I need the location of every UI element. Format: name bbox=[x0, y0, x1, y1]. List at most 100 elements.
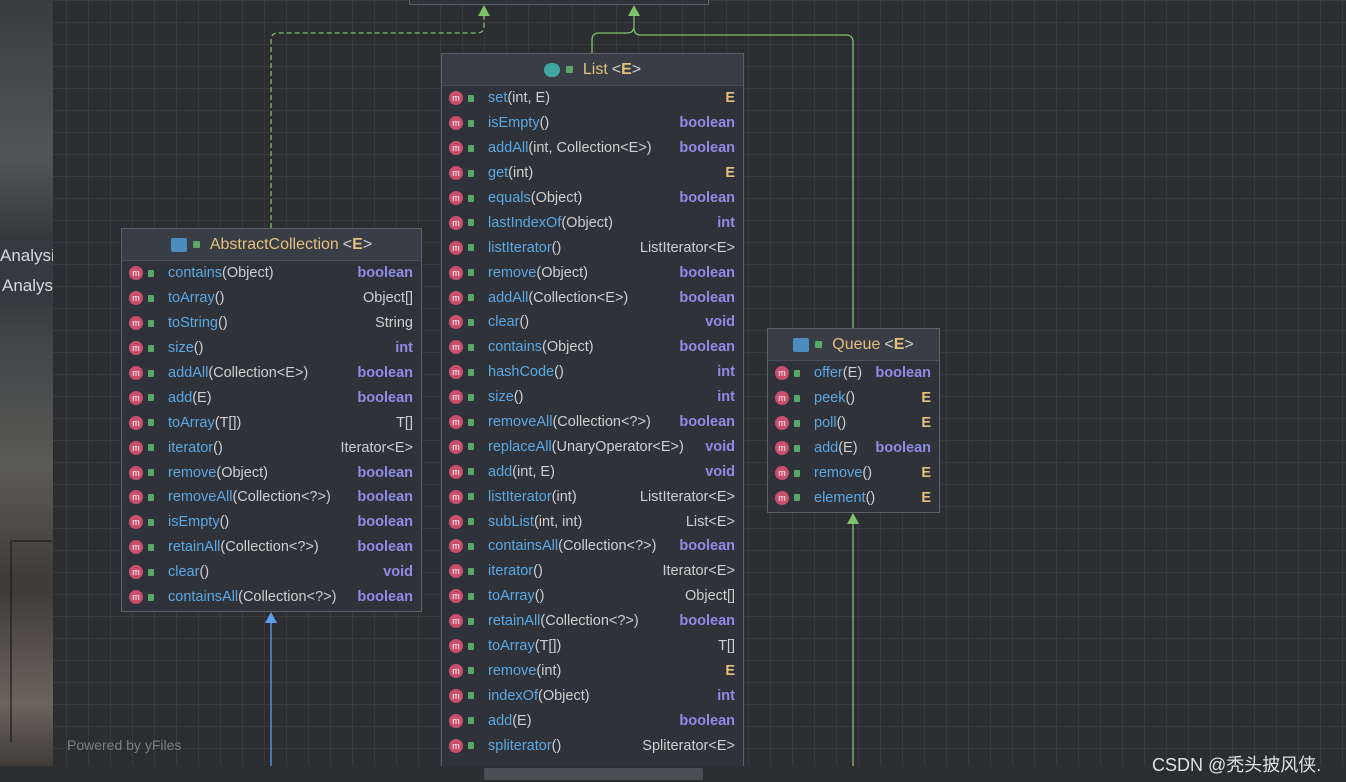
method-icon: m bbox=[449, 191, 463, 205]
method-icon: m bbox=[775, 366, 789, 381]
method-row[interactable]: m size() int bbox=[442, 385, 743, 410]
method-icon: m bbox=[129, 366, 143, 380]
method-row[interactable]: m toString() String bbox=[122, 311, 421, 336]
method-name: clear bbox=[168, 564, 200, 581]
return-type: boolean bbox=[679, 414, 735, 431]
method-row[interactable]: m containsAll (Collection<?>) boolean bbox=[442, 534, 743, 559]
method-list: m contains (Object) boolean m toArray() Object… bbox=[122, 261, 421, 609]
method-row[interactable]: m equals (Object) boolean bbox=[442, 186, 743, 211]
method-row[interactable]: m iterator() Iterator<E> bbox=[122, 435, 421, 460]
method-icon: m bbox=[449, 489, 463, 504]
method-row[interactable]: m size() int bbox=[122, 336, 421, 361]
method-row[interactable]: m isEmpty() boolean bbox=[442, 111, 743, 136]
method-row[interactable]: m isEmpty() boolean bbox=[122, 510, 421, 535]
lock-icon bbox=[148, 269, 154, 277]
method-row[interactable]: m retainAll (Collection<?>) boolean bbox=[442, 609, 743, 634]
method-params: (T[]) bbox=[534, 638, 562, 655]
return-type: boolean bbox=[679, 712, 735, 729]
method-row[interactable]: m add (E) boolean bbox=[768, 436, 939, 461]
method-row[interactable]: m toArray (T[]) T[] bbox=[442, 634, 743, 659]
method-row[interactable]: m addAll (Collection<E>) boolean bbox=[442, 285, 743, 310]
return-type: ListIterator<E> bbox=[639, 488, 735, 505]
method-name: remove bbox=[488, 662, 537, 679]
method-row[interactable]: m element() E bbox=[768, 485, 939, 510]
method-row[interactable]: m remove (int) E bbox=[442, 658, 743, 683]
method-row[interactable]: m spliterator() Spliterator<E> bbox=[442, 733, 743, 758]
method-row[interactable]: m peek() E bbox=[768, 386, 939, 411]
return-type: int bbox=[717, 389, 735, 406]
method-icon: m bbox=[129, 415, 143, 430]
method-icon: m bbox=[449, 464, 463, 479]
scrollbar-thumb[interactable] bbox=[484, 768, 703, 780]
method-row[interactable]: m clear() void bbox=[122, 560, 421, 585]
method-params: () bbox=[533, 563, 543, 580]
method-row[interactable]: m addAll (int, Collection<E>) boolean bbox=[442, 136, 743, 161]
list-node[interactable]: List <E> m set (int, E) Em isEmpty() boolean m… bbox=[441, 53, 744, 782]
method-icon: m bbox=[449, 415, 463, 430]
lock-icon bbox=[468, 518, 474, 526]
method-row[interactable]: m indexOf (Object) int bbox=[442, 683, 743, 708]
method-row[interactable]: m contains (Object) boolean bbox=[122, 261, 421, 286]
method-row[interactable]: m iterator() Iterator<E> bbox=[442, 559, 743, 584]
method-row[interactable]: m offer (E) boolean bbox=[768, 361, 939, 386]
return-type: boolean bbox=[679, 613, 735, 630]
method-row[interactable]: m add (E) boolean bbox=[122, 385, 421, 410]
lock-icon bbox=[794, 469, 800, 477]
return-type: boolean bbox=[679, 115, 735, 132]
method-icon: m bbox=[449, 365, 463, 380]
method-row[interactable]: m remove (Object) boolean bbox=[122, 460, 421, 485]
method-params: (Object) bbox=[536, 264, 588, 281]
node-header[interactable]: AbstractCollection <E> bbox=[122, 229, 421, 261]
method-row[interactable]: m replaceAll (UnaryOperator<E>) void bbox=[442, 434, 743, 459]
method-params: (Object) bbox=[561, 214, 613, 231]
node-header[interactable]: List <E> bbox=[442, 54, 743, 86]
method-row[interactable]: m get (int) E bbox=[442, 161, 743, 186]
method-icon: m bbox=[449, 639, 463, 654]
method-name: size bbox=[168, 340, 194, 357]
method-row[interactable]: m subList (int, int) List<E> bbox=[442, 509, 743, 534]
method-icon: m bbox=[449, 514, 463, 529]
lock-icon bbox=[148, 319, 154, 327]
method-icon: m bbox=[129, 341, 143, 356]
method-row[interactable]: m contains (Object) boolean bbox=[442, 335, 743, 360]
method-row[interactable]: m set (int, E) E bbox=[442, 86, 743, 111]
method-name: contains bbox=[488, 339, 543, 356]
node-header[interactable]: Queue <E> bbox=[768, 329, 939, 361]
return-type: boolean bbox=[679, 289, 735, 306]
method-row[interactable]: m removeAll (Collection<?>) boolean bbox=[122, 485, 421, 510]
method-icon: m bbox=[449, 614, 463, 629]
method-row[interactable]: m addAll (Collection<E>) boolean bbox=[122, 361, 421, 386]
method-row[interactable]: m hashCode() int bbox=[442, 360, 743, 385]
abstractcollection-node[interactable]: AbstractCollection <E> m contains (Object)… bbox=[121, 228, 422, 612]
method-row[interactable]: m poll() E bbox=[768, 411, 939, 436]
method-params: (Collection<?>) bbox=[220, 539, 319, 556]
lock-icon bbox=[468, 393, 474, 401]
edge-list-extends bbox=[591, 8, 635, 53]
method-name: poll bbox=[814, 415, 837, 432]
collection-node-partial[interactable] bbox=[409, 0, 709, 5]
method-row[interactable]: m remove() E bbox=[768, 461, 939, 486]
method-name: toArray bbox=[488, 638, 535, 655]
method-row[interactable]: m removeAll (Collection<?>) boolean bbox=[442, 410, 743, 435]
method-row[interactable]: m toArray() Object[] bbox=[442, 584, 743, 609]
csdn-credit: CSDN @秃头披风侠. bbox=[1152, 755, 1322, 775]
return-type: Object[] bbox=[363, 290, 413, 307]
method-row[interactable]: m add (int, E) void bbox=[442, 459, 743, 484]
method-row[interactable]: m listIterator() ListIterator<E> bbox=[442, 235, 743, 260]
method-params: () bbox=[862, 465, 873, 481]
method-row[interactable]: m toArray() Object[] bbox=[122, 286, 421, 311]
method-row[interactable]: m add (E) boolean bbox=[442, 708, 743, 733]
method-row[interactable]: m listIterator (int) ListIterator<E> bbox=[442, 484, 743, 509]
method-name: add bbox=[168, 389, 193, 406]
method-row[interactable]: m containsAll (Collection<?>) boolean bbox=[122, 585, 421, 610]
method-icon: m bbox=[775, 416, 789, 431]
queue-node[interactable]: Queue <E> m offer (E) boolean m peek() E m poll (… bbox=[767, 328, 940, 513]
lock-icon bbox=[815, 341, 823, 348]
lock-icon bbox=[468, 742, 474, 750]
method-row[interactable]: m retainAll (Collection<?>) boolean bbox=[122, 535, 421, 560]
method-row[interactable]: m lastIndexOf (Object) int bbox=[442, 210, 743, 235]
method-row[interactable]: m toArray (T[]) T[] bbox=[122, 410, 421, 435]
method-row[interactable]: m remove (Object) boolean bbox=[442, 260, 743, 285]
lock-icon bbox=[148, 469, 154, 477]
method-row[interactable]: m clear() void bbox=[442, 310, 743, 335]
